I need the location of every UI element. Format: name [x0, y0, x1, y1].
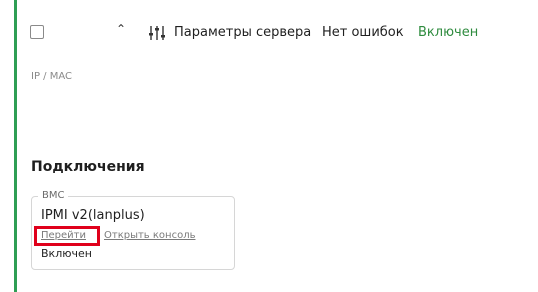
connection-status: Включен: [41, 247, 92, 260]
row-select-checkbox[interactable]: [30, 25, 44, 39]
ip-mac-label: IP / MAC: [31, 71, 72, 82]
server-parameters-label: Параметры сервера: [174, 25, 312, 40]
open-console-link[interactable]: Открыть консоль: [104, 230, 195, 241]
go-link[interactable]: Перейти: [41, 230, 86, 241]
server-row-header: ⌃ Параметры сервера Нет ошибок Включен: [17, 0, 538, 62]
power-status-label: Включен: [418, 25, 479, 40]
sliders-icon: [149, 26, 165, 40]
card-legend: BMC: [38, 190, 69, 201]
connections-title: Подключения: [31, 159, 145, 175]
bmc-connection-card: BMC IPMI v2(lanplus) Перейти Открыть кон…: [31, 190, 235, 270]
chevron-up-icon[interactable]: ⌃: [116, 22, 126, 36]
errors-status-label: Нет ошибок: [322, 25, 404, 40]
connection-protocol: IPMI v2(lanplus): [41, 208, 145, 223]
